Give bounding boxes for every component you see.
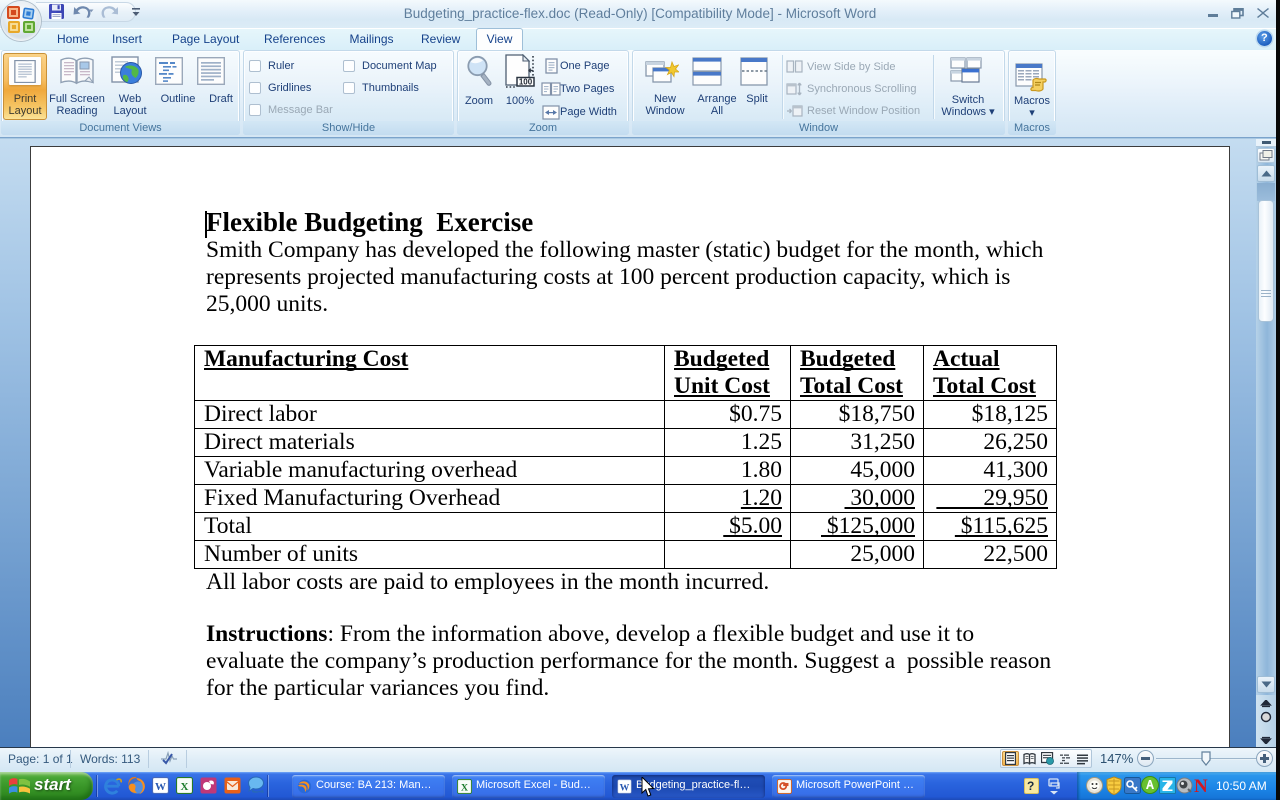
svg-text:X: X xyxy=(181,781,189,793)
svg-text:W: W xyxy=(155,781,166,793)
svg-text:W: W xyxy=(620,782,630,793)
svg-text:X: X xyxy=(461,782,468,793)
